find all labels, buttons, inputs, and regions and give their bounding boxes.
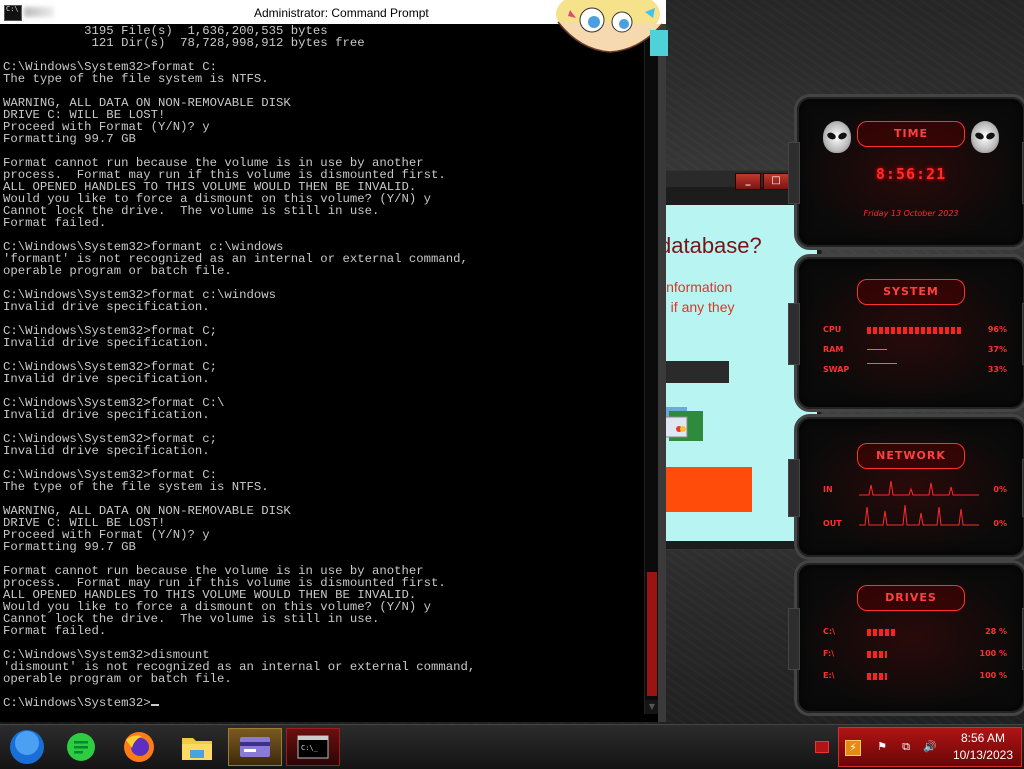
- drive-f-value: 100 %: [979, 649, 1008, 658]
- drive-f-bar: [867, 651, 887, 658]
- net-in-value: 0%: [993, 485, 1007, 494]
- widget-date: Friday 13 October 2023: [863, 209, 959, 218]
- cpu-value: 96%: [987, 325, 1007, 334]
- network-widget: NETWORK IN 0% OUT 0%: [788, 414, 1024, 560]
- network-icon[interactable]: ⧉: [899, 740, 913, 754]
- command-prompt-icon: C:\_: [297, 735, 329, 759]
- console-line: 121 Dir(s) 78,728,998,912 bytes free: [3, 36, 365, 50]
- svg-text:C:\_: C:\_: [301, 744, 319, 752]
- drives-widget: DRIVES C:\ 28 % F:\ 100 % E:\ 100 %: [788, 560, 1024, 716]
- start-button[interactable]: [0, 728, 54, 766]
- alien-head-icon: [971, 121, 999, 153]
- taskbar-notes-app[interactable]: [54, 728, 108, 766]
- info-text-line-1: information: [663, 279, 733, 295]
- console-line: Format failed.: [3, 216, 107, 230]
- show-hidden-icons-icon[interactable]: [815, 741, 829, 753]
- blurred-title-region: [24, 7, 54, 17]
- cartoon-character-overlay: [556, 0, 668, 56]
- net-out-label: OUT: [823, 519, 842, 528]
- app-tray-icon[interactable]: ⚡: [845, 740, 861, 756]
- console-line: Invalid drive specification.: [3, 336, 210, 350]
- taskbar-card-app[interactable]: [228, 728, 282, 766]
- console-line: Formatting 99.7 GB: [3, 132, 136, 146]
- clock-date: 10/13/2023: [952, 748, 1013, 762]
- taskbar-firefox[interactable]: [112, 728, 166, 766]
- info-text-line-2: e if any they: [659, 299, 735, 315]
- console-line: Format failed.: [3, 624, 107, 638]
- system-widget-title: SYSTEM: [857, 279, 965, 305]
- taskbar-file-explorer[interactable]: [170, 728, 224, 766]
- console-prompt: C:\Windows\System32>: [3, 696, 151, 710]
- minimize-button[interactable]: _: [735, 173, 761, 190]
- ram-label: RAM: [823, 345, 844, 354]
- firefox-icon: [124, 732, 154, 762]
- scrollbar-thumb[interactable]: [647, 572, 657, 696]
- net-in-graph: [859, 480, 979, 496]
- card-app-icon: [240, 737, 270, 757]
- drive-e-label: E:\: [823, 671, 835, 680]
- swap-label: SWAP: [823, 365, 850, 374]
- volume-icon[interactable]: 🔊: [923, 740, 937, 754]
- time-widget: TIME 8:56:21 Friday 13 October 2023: [788, 94, 1024, 250]
- drive-c-row: C:\ 28 %: [823, 627, 1007, 639]
- ram-graph: [867, 349, 887, 350]
- time-widget-title: TIME: [857, 121, 965, 147]
- console-line: operable program or batch file.: [3, 672, 232, 686]
- clock-time: 8:56 AM: [960, 731, 1005, 745]
- console-line: Invalid drive specification.: [3, 444, 210, 458]
- net-out-value: 0%: [993, 519, 1007, 528]
- drive-c-label: C:\: [823, 627, 835, 636]
- drive-c-value: 28 %: [985, 627, 1007, 636]
- start-orb-icon: [10, 730, 44, 764]
- swap-row: SWAP 33%: [823, 363, 1007, 377]
- cmd-icon: [4, 5, 22, 21]
- cpu-row: CPU 96%: [823, 325, 1007, 337]
- drives-widget-title: DRIVES: [857, 585, 965, 611]
- cpu-label: CPU: [823, 325, 842, 334]
- system-tray: ⚡ ⚑ ⧉ 🔊 8:56 AM 10/13/2023: [838, 727, 1022, 767]
- cpu-bar: [867, 327, 963, 334]
- drive-e-bar: [867, 673, 887, 680]
- page-heading: database?: [659, 233, 762, 258]
- console-output[interactable]: 3195 File(s) 1,636,200,535 bytes 121 Dir…: [3, 25, 643, 720]
- window-border: [658, 24, 666, 722]
- network-widget-title: NETWORK: [857, 443, 965, 469]
- drive-f-label: F:\: [823, 649, 835, 658]
- system-widget: SYSTEM CPU 96% RAM 37% SWAP 33%: [788, 254, 1024, 412]
- vertical-scrollbar[interactable]: ▲ ▼: [644, 24, 659, 714]
- console-line: The type of the file system is NTFS.: [3, 480, 269, 494]
- command-prompt-window[interactable]: Administrator: Command Prompt 3195 File(…: [0, 0, 666, 722]
- console-line: Invalid drive specification.: [3, 372, 210, 386]
- action-center-flag-icon[interactable]: ⚑: [875, 740, 889, 754]
- taskbar-clock[interactable]: 8:56 AM 10/13/2023: [953, 730, 1013, 764]
- text-cursor: [150, 704, 159, 706]
- input-bar[interactable]: [657, 361, 729, 383]
- net-out-graph: [859, 504, 979, 526]
- ram-row: RAM 37%: [823, 345, 1007, 357]
- drive-c-bar: [867, 629, 895, 636]
- console-line: Formatting 99.7 GB: [3, 540, 136, 554]
- console-line: Invalid drive specification.: [3, 408, 210, 422]
- console-line: operable program or batch file.: [3, 264, 232, 278]
- ram-value: 37%: [987, 345, 1007, 354]
- taskbar-command-prompt[interactable]: C:\_: [286, 728, 340, 766]
- orange-action-button[interactable]: [657, 467, 752, 512]
- drive-e-row: E:\ 100 %: [823, 671, 1007, 683]
- widget-clock: 8:56:21: [875, 165, 947, 183]
- notes-app-icon: [67, 733, 95, 761]
- scroll-down-icon[interactable]: ▼: [645, 700, 659, 714]
- net-in-label: IN: [823, 485, 833, 494]
- maximize-button[interactable]: □: [763, 173, 789, 190]
- console-line: The type of the file system is NTFS.: [3, 72, 269, 86]
- taskbar: C:\_ ⚡ ⚑ ⧉ 🔊 8:56 AM 10/13/2023: [0, 724, 1024, 769]
- drive-e-value: 100 %: [979, 671, 1008, 680]
- window-title: Administrator: Command Prompt: [254, 6, 429, 20]
- folder-icon: [182, 738, 212, 760]
- swap-graph: [867, 363, 897, 364]
- swap-value: 33%: [987, 365, 1007, 374]
- drive-f-row: F:\ 100 %: [823, 649, 1007, 661]
- alien-head-icon: [823, 121, 851, 153]
- console-line: Invalid drive specification.: [3, 300, 210, 314]
